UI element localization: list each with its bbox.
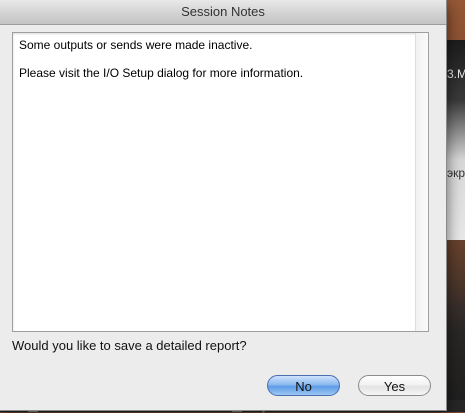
session-notes-dialog: Session Notes Some outputs or sends were…	[0, 0, 447, 411]
dialog-title: Session Notes	[181, 4, 265, 19]
notes-scrollbar[interactable]	[415, 33, 428, 331]
notes-line-io-setup-hint: Please visit the I/O Setup dialog for mo…	[19, 66, 304, 80]
dialog-titlebar[interactable]: Session Notes	[0, 0, 446, 25]
yes-button[interactable]: Yes	[358, 375, 431, 396]
session-notes-text-area[interactable]: Some outputs or sends were made inactive…	[12, 32, 429, 332]
background-window-text: экр	[447, 166, 465, 180]
no-button[interactable]: No	[267, 375, 340, 396]
background-file-size: 3.M	[447, 67, 465, 81]
save-report-prompt: Would you like to save a detailed report…	[12, 338, 247, 353]
notes-line-inactive-outputs: Some outputs or sends were made inactive…	[19, 38, 253, 52]
